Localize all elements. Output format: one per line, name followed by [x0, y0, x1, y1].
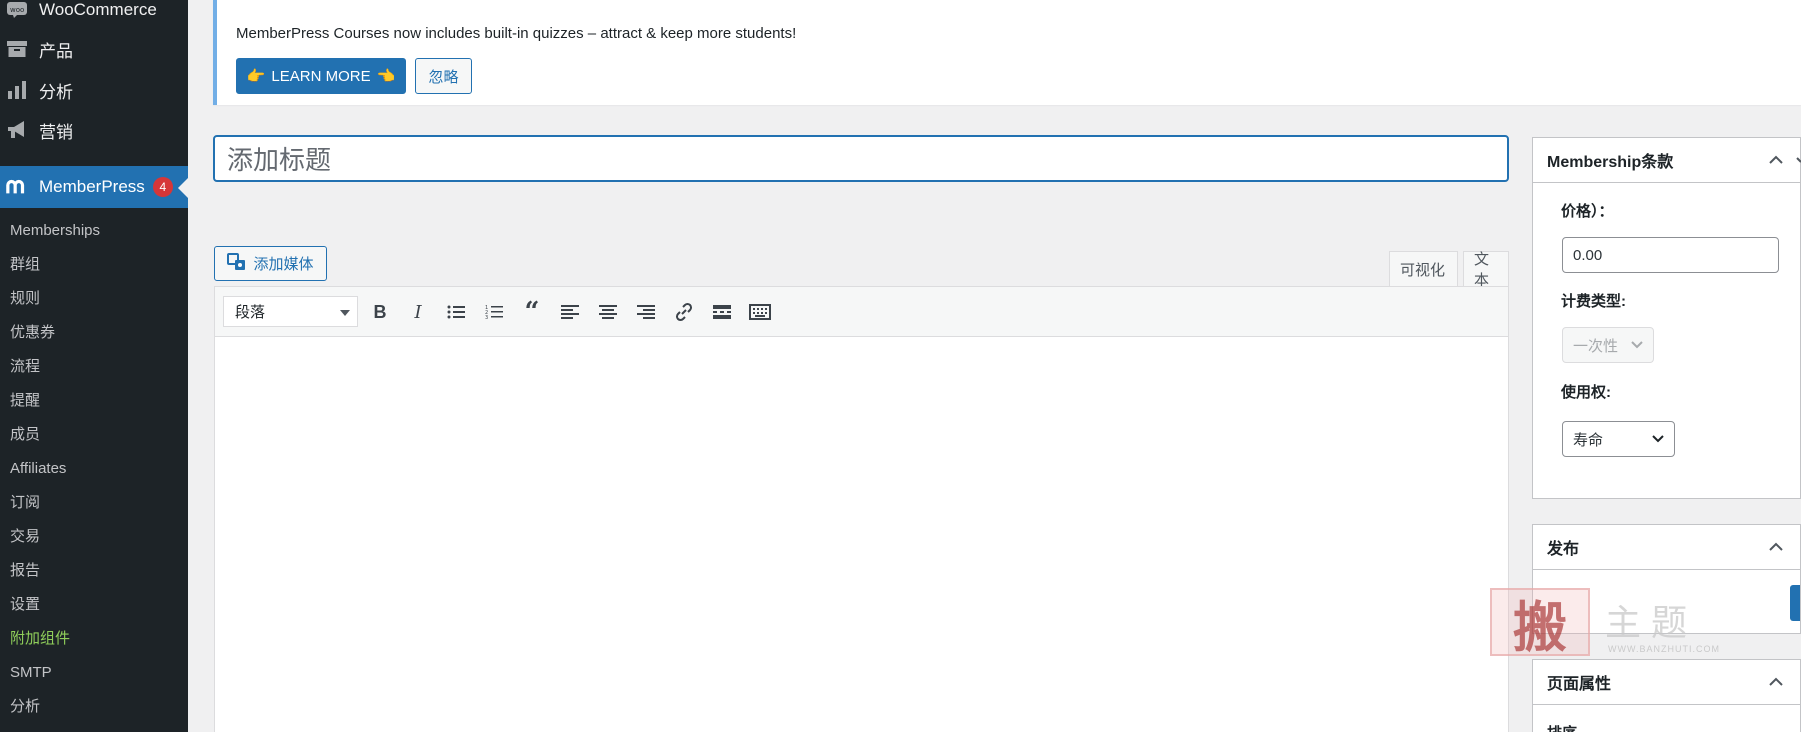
sidebar-item-label: 营销 [39, 122, 73, 142]
sidebar-item-label: WooCommerce [39, 0, 157, 19]
access-select[interactable]: 寿命 [1562, 421, 1675, 457]
read-more-icon[interactable] [708, 298, 736, 326]
page-attributes-header[interactable]: 页面属性 [1533, 660, 1800, 705]
svg-text:woo: woo [10, 6, 24, 14]
billing-type-value: 一次性 [1573, 337, 1619, 355]
submenu-affiliates[interactable]: Affiliates [0, 452, 188, 486]
order-label: 排序 [1547, 722, 1577, 732]
courses-notice: MemberPress Courses now includes built-i… [213, 0, 1801, 105]
submenu-groups[interactable]: 群组 [0, 248, 188, 282]
archive-icon [6, 38, 28, 60]
submenu-smtp[interactable]: SMTP [0, 656, 188, 690]
sidebar-item-label: MemberPress [39, 177, 145, 196]
current-menu-arrow [178, 178, 188, 198]
align-center-icon[interactable] [594, 298, 622, 326]
chevron-up-icon[interactable] [1768, 674, 1784, 690]
watermark-url: WWW.BANZHUTI.COM [1608, 644, 1720, 654]
sidebar-item-memberpress[interactable]: MemberPress 4 [0, 166, 188, 208]
sidebar-item-analytics[interactable]: 分析 [0, 70, 188, 110]
price-input[interactable]: 0.00 [1562, 237, 1779, 273]
sidebar-item-woocommerce[interactable]: woo WooCommerce [0, 0, 188, 30]
membership-terms-header[interactable]: Membership条款 [1533, 138, 1801, 183]
membership-terms-box: Membership条款 价格）： 0.00 计费类型: 一次性 使用权: 寿命 [1532, 137, 1801, 499]
memberpress-submenu: Memberships 群组 规则 优惠券 流程 提醒 成员 Affiliate… [0, 214, 188, 724]
chevron-up-icon[interactable] [1768, 152, 1784, 168]
chevron-down-icon [1652, 432, 1664, 446]
tab-text[interactable]: 文本 [1463, 251, 1509, 289]
align-left-icon[interactable] [556, 298, 584, 326]
add-media-button[interactable]: 添加媒体 [214, 246, 327, 281]
align-right-icon[interactable] [632, 298, 660, 326]
bar-chart-icon [6, 79, 28, 101]
submenu-subscriptions[interactable]: 订阅 [0, 486, 188, 520]
access-value: 寿命 [1573, 431, 1604, 449]
publish-title: 发布 [1547, 541, 1580, 558]
post-title-input[interactable]: 添加标题 [213, 135, 1509, 182]
blockquote-icon[interactable]: “ [518, 297, 546, 327]
pointing-left-icon: 👈 [376, 68, 396, 85]
submenu-addons[interactable]: 附加组件 [0, 622, 188, 656]
tab-visual[interactable]: 可视化 [1389, 251, 1458, 287]
caret-down-icon [340, 310, 350, 316]
chevron-down-icon [1631, 338, 1643, 352]
italic-icon[interactable]: I [404, 298, 432, 326]
chevron-down-icon[interactable] [1795, 152, 1801, 168]
admin-sidebar: woo WooCommerce 产品 分析 营销 MemberPress 4 M… [0, 0, 188, 732]
link-icon[interactable] [670, 298, 698, 326]
learn-more-label: LEARN MORE [271, 67, 371, 85]
sidebar-item-marketing[interactable]: 营销 [0, 110, 188, 150]
submenu-flows[interactable]: 流程 [0, 350, 188, 384]
sidebar-item-label: 产品 [39, 41, 73, 61]
publish-button[interactable] [1790, 585, 1800, 621]
bullet-list-icon[interactable] [442, 298, 470, 326]
publish-header[interactable]: 发布 [1533, 525, 1800, 570]
submenu-members[interactable]: 成员 [0, 418, 188, 452]
pointing-right-icon: 👉 [246, 68, 266, 85]
price-label: 价格）： [1561, 203, 1614, 220]
sidebar-item-label: 分析 [39, 82, 73, 102]
format-value: 段落 [235, 304, 266, 321]
watermark-text: 主题 [1605, 603, 1698, 644]
format-select[interactable]: 段落 [223, 296, 358, 327]
submenu-settings[interactable]: 设置 [0, 588, 188, 622]
page-attributes-title: 页面属性 [1547, 676, 1612, 693]
megaphone-icon [6, 119, 28, 141]
keyboard-icon[interactable] [746, 298, 774, 326]
notice-text: MemberPress Courses now includes built-i… [236, 25, 797, 42]
submenu-coupons[interactable]: 优惠券 [0, 316, 188, 350]
svg-text:3: 3 [485, 315, 488, 320]
memberpress-logo-icon [6, 176, 28, 198]
learn-more-button[interactable]: 👉 LEARN MORE 👈 [236, 58, 406, 94]
numbered-list-icon[interactable]: 123 [480, 298, 508, 326]
access-label: 使用权: [1561, 384, 1611, 401]
bold-icon[interactable]: B [366, 298, 394, 326]
page-attributes-box: 页面属性 排序 [1532, 659, 1801, 732]
woo-icon: woo [6, 0, 28, 21]
editor-toolbar: 段落 B I 123 “ [215, 287, 1508, 337]
submenu-reminders[interactable]: 提醒 [0, 384, 188, 418]
submenu-memberships[interactable]: Memberships [0, 214, 188, 248]
update-count-badge: 4 [152, 177, 173, 197]
site-watermark: 搬 主题 WWW.BANZHUTI.COM [1490, 588, 1720, 659]
add-media-label: 添加媒体 [253, 256, 314, 273]
dismiss-notice-button[interactable]: 忽略 [415, 58, 472, 94]
sidebar-item-products[interactable]: 产品 [0, 29, 188, 69]
submenu-reports[interactable]: 报告 [0, 554, 188, 588]
membership-terms-title: Membership条款 [1547, 154, 1674, 171]
submenu-analytics[interactable]: 分析 [0, 690, 188, 724]
submenu-transactions[interactable]: 交易 [0, 520, 188, 554]
chevron-up-icon[interactable] [1768, 539, 1784, 555]
media-icon [227, 252, 247, 275]
billing-type-select: 一次性 [1562, 327, 1654, 363]
billing-type-label: 计费类型: [1561, 293, 1626, 310]
watermark-seal: 搬 [1490, 588, 1590, 659]
submenu-rules[interactable]: 规则 [0, 282, 188, 316]
content-editor[interactable]: 段落 B I 123 “ [214, 286, 1509, 732]
